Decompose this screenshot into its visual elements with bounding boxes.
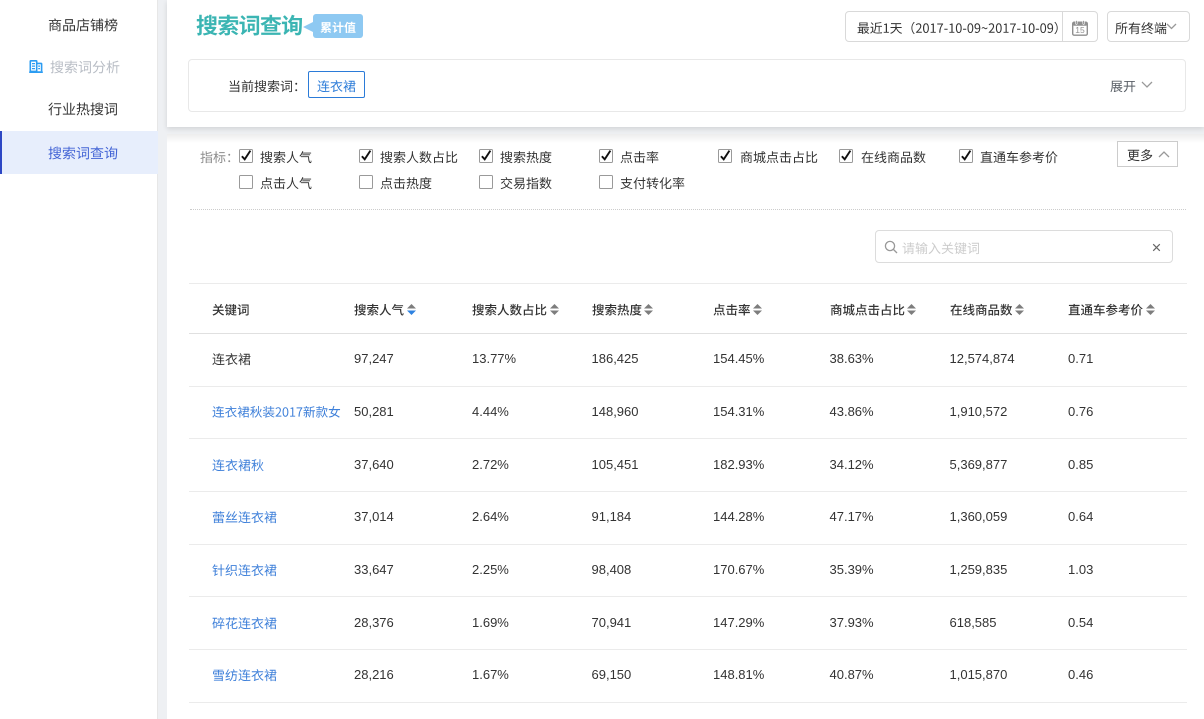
svg-text:15: 15 <box>1075 25 1085 35</box>
